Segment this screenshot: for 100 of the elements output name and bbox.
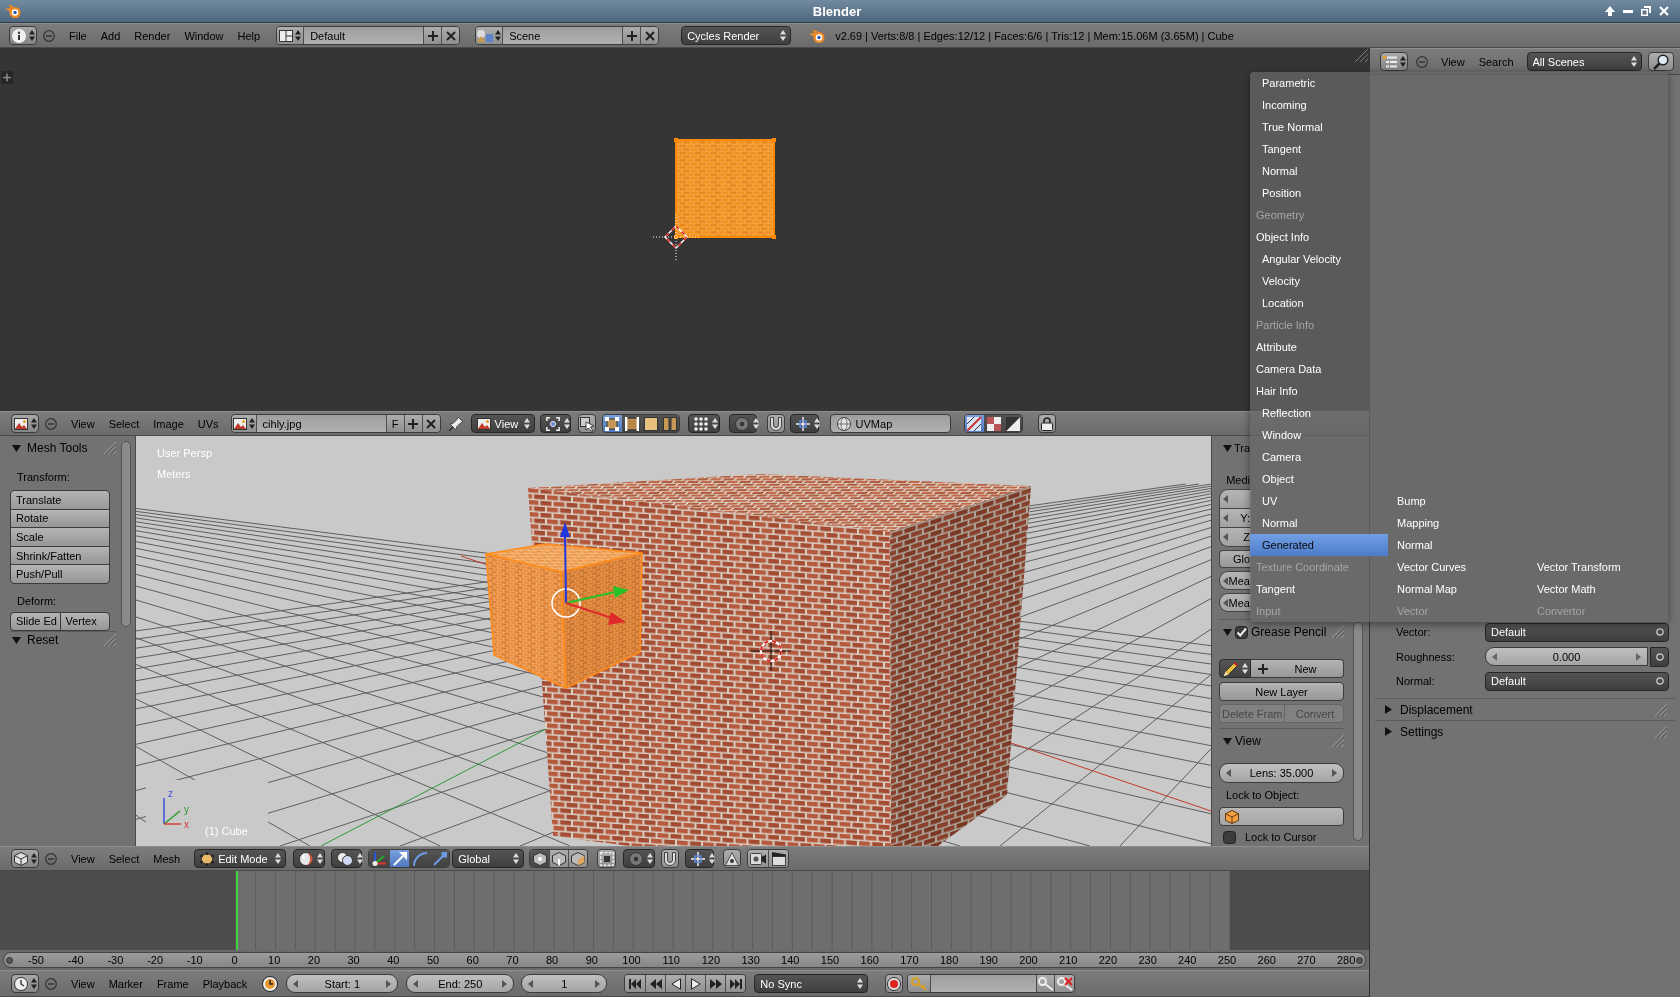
menu-item[interactable]: Parametric [1250, 72, 1388, 94]
play-button[interactable] [685, 975, 706, 992]
menu-item[interactable]: Vector Curves [1388, 556, 1528, 578]
auto-keying-button[interactable] [885, 974, 904, 993]
uv-map-field[interactable]: UVMap [829, 414, 951, 433]
unlink-button[interactable] [441, 27, 460, 44]
pivot-dropdown[interactable] [331, 849, 363, 868]
render-engine-dropdown[interactable]: Cycles Render [681, 26, 792, 45]
view-dropdown[interactable]: View [470, 414, 535, 433]
snap-project-button[interactable] [723, 849, 742, 868]
lock-button[interactable] [1037, 414, 1056, 433]
image-name-field[interactable]: cihly.jpg [255, 415, 386, 432]
triangle-down-icon[interactable] [1223, 628, 1232, 636]
scrollbar[interactable] [1353, 622, 1363, 841]
checkbox[interactable] [1223, 831, 1236, 844]
keying-set-field[interactable] [930, 975, 1037, 992]
coordinate-field[interactable]: Y: [1219, 508, 1251, 528]
panel-title[interactable]: Settings [1400, 724, 1444, 739]
global-button[interactable]: Glo [1219, 550, 1251, 568]
tool-button[interactable]: Scale [10, 527, 110, 547]
input-dropdown[interactable]: Default [1485, 622, 1669, 642]
delete-keyframe-button[interactable] [1054, 975, 1075, 992]
header-menu[interactable]: Help [237, 26, 261, 45]
triangle-down-icon[interactable] [1223, 444, 1232, 452]
new-layer-button[interactable]: New Layer [1219, 682, 1344, 701]
manipulator-button[interactable] [389, 850, 410, 867]
scene-browse-button[interactable] [476, 27, 503, 44]
menu-item[interactable]: UV [1250, 490, 1388, 512]
transform-gizmo[interactable] [551, 522, 629, 625]
header-menu[interactable]: View [1441, 52, 1465, 71]
tool-button[interactable]: Push/Pull [10, 564, 110, 584]
menu-item[interactable]: Vector Transform [1528, 556, 1668, 578]
coordinate-field[interactable] [1219, 489, 1251, 509]
pencil-dropdown[interactable] [1219, 659, 1251, 678]
menu-item[interactable]: Vector Math [1528, 578, 1668, 600]
header-menu[interactable]: Select [108, 849, 140, 868]
snap-element-dropdown[interactable] [687, 414, 720, 433]
triangle-down-icon[interactable] [1223, 737, 1232, 745]
proportional-dropdown[interactable] [728, 414, 757, 433]
header-menu[interactable]: UVs [197, 414, 219, 433]
snap-button[interactable] [661, 849, 680, 868]
panel-title[interactable]: Displacement [1400, 702, 1473, 717]
editor-type-button[interactable] [11, 414, 39, 433]
up-arrow-icon[interactable] [1605, 6, 1615, 16]
mode-dropdown[interactable]: Edit Mode [194, 849, 287, 868]
keying-set-button[interactable] [908, 975, 931, 992]
header-menu[interactable]: Window [184, 26, 224, 45]
pivot-dropdown[interactable] [539, 414, 571, 433]
layout-browse-button[interactable] [277, 27, 304, 44]
panel-title[interactable]: Mesh Tools [27, 441, 88, 455]
panel-title[interactable]: Grease Pencil [1251, 625, 1327, 639]
menu-item[interactable]: Bump [1388, 490, 1528, 512]
editor-type-button[interactable] [1380, 52, 1408, 71]
menu-item[interactable]: Normal Map [1388, 578, 1528, 600]
menu-item[interactable]: Tangent [1250, 138, 1388, 160]
add-button[interactable] [622, 27, 641, 44]
jump-end-button[interactable] [725, 975, 746, 992]
menu-item[interactable]: Location [1250, 292, 1388, 314]
lens-field[interactable]: Lens: 35.000 [1219, 763, 1344, 783]
uv-face[interactable] [674, 138, 776, 239]
render-button[interactable] [748, 850, 769, 867]
header-menu[interactable]: View [71, 849, 95, 868]
header-menu[interactable]: Render [134, 26, 171, 45]
add-button[interactable] [423, 27, 442, 44]
occlude-button[interactable] [597, 849, 617, 868]
menu-item[interactable]: Attribute [1250, 336, 1388, 358]
header-menu[interactable]: View [71, 974, 95, 993]
scene-name-field[interactable]: Scene [502, 27, 623, 44]
menu-item[interactable]: True Normal [1250, 116, 1388, 138]
3d-cursor-icon[interactable] [750, 630, 792, 672]
coordinate-field[interactable]: Z [1219, 527, 1251, 547]
tool-button[interactable]: Vertex [59, 611, 110, 631]
tool-button[interactable]: Shrink/Fatten [10, 545, 110, 566]
menu-item[interactable]: Normal [1388, 534, 1528, 556]
sync-dropdown[interactable]: No Sync [754, 974, 869, 993]
triangle-down-icon[interactable] [12, 636, 21, 644]
shading-dropdown[interactable] [293, 849, 326, 868]
number-field[interactable]: 0.000 [1485, 647, 1648, 666]
manipulator-button[interactable] [429, 850, 450, 867]
frame-ruler[interactable]: -50 -40 -30 -20 -10 0 10 20 30 40 50 60 70 80 90 100 110 120 130 140 150 160 170 180 190 200 210 220 230 240 250 260 270 280 [3, 952, 1366, 968]
manipulator-button[interactable] [409, 850, 430, 867]
panel-title[interactable]: Tra [1233, 442, 1250, 454]
header-menu[interactable]: Image [153, 414, 184, 433]
header-menu[interactable]: Marker [108, 974, 143, 993]
minus-circle-icon[interactable] [1416, 55, 1428, 68]
scrollbar[interactable] [121, 441, 131, 627]
menu-item[interactable]: Reflection [1250, 402, 1388, 424]
brick-cube[interactable] [528, 474, 1031, 846]
triangle-down-icon[interactable] [12, 444, 21, 452]
2d-cursor-icon[interactable] [652, 213, 700, 261]
tool-button[interactable]: Translate [10, 490, 110, 510]
maximize-icon[interactable] [1641, 6, 1651, 16]
resize-grip-icon[interactable] [1354, 48, 1369, 63]
input-dropdown[interactable]: Default [1485, 671, 1669, 691]
image-browse-button[interactable] [231, 415, 256, 432]
current-frame-field[interactable]: 1 [521, 974, 608, 993]
menu-item[interactable]: Generated [1250, 534, 1388, 556]
triangle-right-icon[interactable] [1385, 705, 1392, 714]
number-field[interactable]: Mea [1219, 571, 1251, 590]
menu-item[interactable]: Hair Info [1250, 380, 1388, 402]
